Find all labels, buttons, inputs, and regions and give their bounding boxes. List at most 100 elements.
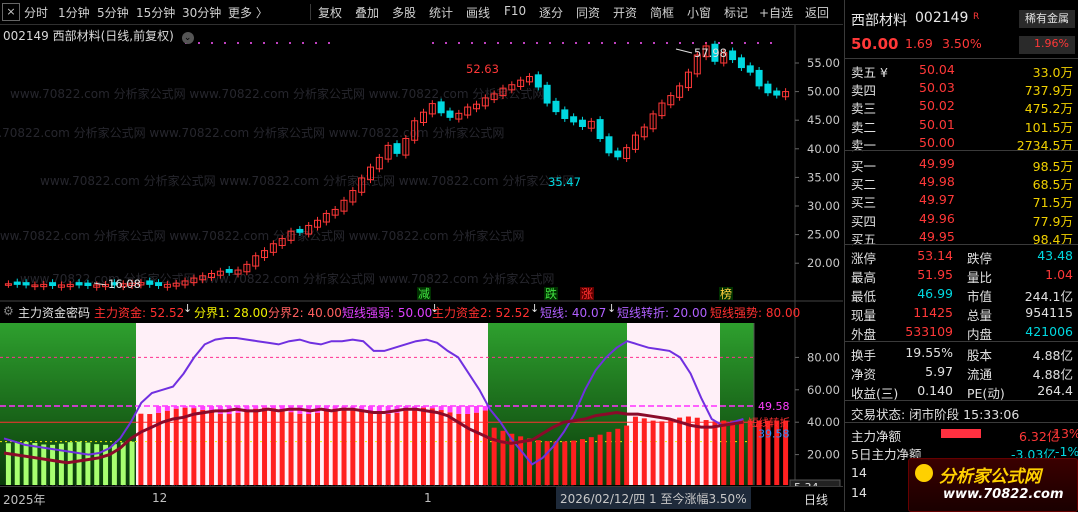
price-tick-label: 20.00	[807, 256, 840, 270]
bid-row[interactable]: 买一 49.99 98.5万	[845, 154, 1078, 174]
close-icon[interactable]: ×	[2, 3, 20, 21]
indicator-value-short: 短线: 40.07	[540, 306, 607, 320]
ask-row[interactable]: 卖五 ¥50.04 33.0万	[845, 60, 1078, 80]
period-label[interactable]: 日线	[804, 491, 828, 508]
signal-marker: 榜	[720, 286, 732, 301]
histogram-bar	[50, 444, 56, 485]
f10-button[interactable]: F10	[504, 4, 526, 18]
candle-body	[605, 136, 613, 154]
draw-line-button[interactable]: 画线	[466, 4, 490, 21]
histogram-bar	[438, 410, 444, 485]
tab-1min[interactable]: 1分钟	[58, 4, 90, 21]
histogram-cap	[473, 406, 479, 413]
limit-dot	[575, 42, 577, 44]
histogram-bar	[191, 408, 197, 485]
limit-dot	[497, 42, 499, 44]
histogram-bar	[288, 412, 294, 485]
bid-row[interactable]: 买二 49.98 68.5万	[845, 172, 1078, 192]
limit-dot	[250, 42, 252, 44]
ask-row[interactable]: 卖四 50.03 737.9万	[845, 78, 1078, 98]
ask-row[interactable]: 卖二 50.01 101.5万	[845, 115, 1078, 135]
limit-dot	[627, 42, 629, 44]
bid-row[interactable]: 买四 49.96 77.9万	[845, 209, 1078, 229]
quote-panel: 西部材料 002149 R 稀有金属 50.00 1.69 3.50% 1.96…	[844, 0, 1078, 511]
indicator-name[interactable]: 主力资金密码	[18, 304, 90, 321]
short-turn-tag: 短线转折	[748, 416, 790, 429]
stats-row: 外盘 533109 内盘 421006	[845, 322, 1078, 342]
limit-dot	[445, 42, 447, 44]
limit-dot	[692, 42, 694, 44]
limit-dot	[523, 42, 525, 44]
add-watchlist-button[interactable]: +自选	[759, 4, 793, 21]
price-tick-label: 55.00	[807, 56, 840, 70]
stats-cell: 51.95	[917, 267, 953, 282]
gear-icon[interactable]: ⚙	[3, 304, 14, 318]
tick-button[interactable]: 逐分	[539, 4, 563, 21]
simple-frame-button[interactable]: 简框	[650, 4, 674, 21]
annotation-start: 16.08	[108, 277, 141, 291]
stats2-row: 换手 19.55% 股本 4.88亿	[845, 343, 1078, 363]
histogram-bar	[315, 412, 321, 485]
histogram-bar	[677, 417, 683, 485]
chevron-down-icon[interactable]: ⌄	[181, 32, 194, 44]
candle-body	[13, 281, 21, 285]
mark-button[interactable]: 标记	[724, 4, 748, 21]
ask-row[interactable]: 卖一 50.00 2734.5万	[845, 133, 1078, 153]
histogram-bar	[376, 413, 382, 485]
stats2-cell: 0.140	[917, 383, 953, 398]
tab-15min[interactable]: 15分钟	[136, 4, 175, 21]
histogram-bar	[482, 410, 488, 485]
histogram-cap	[482, 406, 488, 411]
histogram-bar	[332, 408, 338, 485]
limit-dot	[536, 42, 538, 44]
limit-dot	[289, 42, 291, 44]
histogram-bar	[5, 443, 11, 485]
limit-dot	[237, 42, 239, 44]
histogram-bar	[14, 441, 20, 485]
candle-body	[49, 282, 57, 287]
candle-body	[225, 268, 233, 273]
histogram-bar	[747, 420, 753, 485]
stats-row: 最高 51.95 量比 1.04	[845, 265, 1078, 285]
stats-button[interactable]: 统计	[429, 4, 453, 21]
histogram-bar	[491, 427, 497, 485]
cursor-date-status: 2026/02/12/四 1 至今涨幅3.50%	[556, 487, 751, 509]
last-price: 50.00	[851, 35, 899, 53]
limit-dot	[614, 42, 616, 44]
histogram-bar	[235, 412, 241, 485]
overlay-button[interactable]: 叠加	[355, 4, 379, 21]
candle-body	[75, 282, 83, 286]
histogram-bar	[306, 414, 312, 485]
tab-minute[interactable]: 分时	[24, 4, 48, 21]
tab-5min[interactable]: 5分钟	[97, 4, 129, 21]
stats-cell: 11425	[913, 305, 953, 320]
same-asset-button[interactable]: 同资	[576, 4, 600, 21]
limit-dot	[328, 42, 330, 44]
histogram-cap	[164, 406, 170, 411]
tab-more[interactable]: 更多 〉	[228, 4, 268, 21]
industry-tag[interactable]: 稀有金属	[1019, 10, 1075, 28]
stock-code: 002149	[915, 10, 969, 26]
watermark-text: www.70822.com 分析家公式网 www.70822.com 分析家公式…	[10, 86, 544, 101]
adjust-button[interactable]: 复权	[318, 4, 342, 21]
tab-30min[interactable]: 30分钟	[182, 4, 221, 21]
histogram-bar	[270, 408, 276, 485]
multi-stock-button[interactable]: 多股	[392, 4, 416, 21]
open-asset-button[interactable]: 开资	[613, 4, 637, 21]
extra-row-2: 14	[851, 485, 867, 500]
ask-row[interactable]: 卖三 50.02 475.2万	[845, 96, 1078, 116]
logo-url: www.70822.com	[943, 487, 1064, 502]
histogram-bar	[138, 413, 144, 485]
candle-body	[561, 109, 569, 119]
histogram-bar	[606, 431, 612, 485]
bid-row[interactable]: 买五 49.95 98.4万	[845, 227, 1078, 247]
back-button[interactable]: 返回	[805, 4, 829, 21]
histogram-bar	[85, 442, 91, 485]
candle-body	[578, 119, 586, 127]
histogram-cap	[270, 406, 276, 409]
small-window-button[interactable]: 小窗	[687, 4, 711, 21]
kline-chart[interactable]: 55.00 50.00 45.00 40.00 35.00 30.00 25.00 20.00…	[0, 25, 843, 486]
extra-row-1: 14	[851, 465, 867, 480]
limit-dot	[653, 42, 655, 44]
bid-row[interactable]: 买三 49.97 71.5万	[845, 190, 1078, 210]
